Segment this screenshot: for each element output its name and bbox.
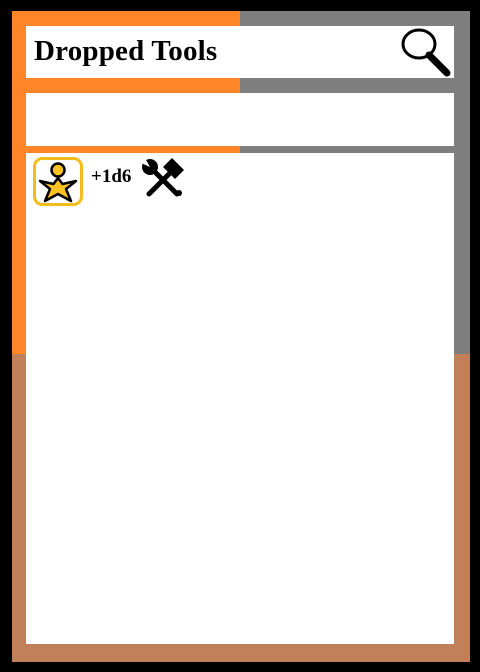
type-line (26, 93, 454, 146)
title-bar: Dropped Tools (26, 26, 454, 78)
game-card: Dropped Tools +1d6 (0, 0, 480, 672)
magnifier-icon (401, 28, 451, 77)
wrench-hammer-icon (139, 157, 187, 197)
search-button[interactable] (398, 27, 452, 77)
star-person-icon (33, 157, 83, 206)
text-box: +1d6 (26, 153, 454, 644)
bonus-dice: +1d6 (91, 166, 132, 187)
card-title: Dropped Tools (34, 35, 218, 67)
